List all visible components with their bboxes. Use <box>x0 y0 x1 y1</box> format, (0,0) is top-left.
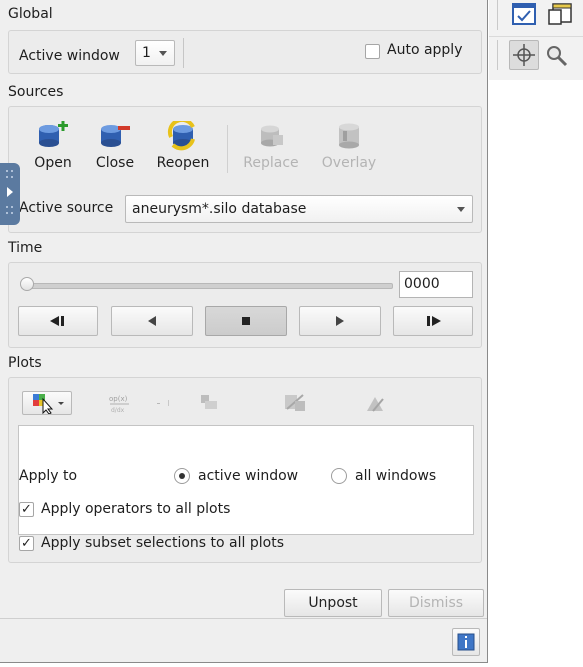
add-plot-icon <box>33 394 64 414</box>
previous-frame-icon <box>50 316 64 326</box>
toolbar-divider <box>497 40 498 70</box>
time-section-title: Time <box>8 240 43 256</box>
active-window-radio-label: active window <box>198 468 299 484</box>
toolbar-divider <box>489 36 583 37</box>
next-frame-button[interactable] <box>393 306 473 336</box>
side-panel-handle[interactable] <box>0 163 20 225</box>
main-window-toolbar <box>489 0 583 80</box>
next-frame-icon <box>427 316 441 326</box>
open-label: Open <box>34 155 72 171</box>
global-group: Active window 1 Auto apply <box>8 30 482 74</box>
apply-operators-label: Apply operators to all plots <box>41 501 231 517</box>
divider <box>227 125 228 173</box>
reopen-label: Reopen <box>156 155 210 171</box>
replace-label: Replace <box>243 155 299 171</box>
checklist-window-icon[interactable] <box>511 2 537 26</box>
apply-subset-label: Apply subset selections to all plots <box>41 535 284 551</box>
expand-arrow-icon <box>6 170 13 214</box>
window-layout-icon[interactable] <box>547 2 573 26</box>
previous-frame-button[interactable] <box>18 306 98 336</box>
reopen-button[interactable]: Reopen <box>155 121 211 171</box>
svg-text:d/dx: d/dx <box>111 407 125 414</box>
reverse-play-icon <box>148 316 156 326</box>
active-window-combo[interactable]: 1 <box>135 40 175 66</box>
auto-apply-label: Auto apply <box>387 42 463 58</box>
chevron-down-icon <box>457 207 465 212</box>
plots-section-title: Plots <box>8 355 42 371</box>
open-button[interactable]: Open <box>25 121 81 171</box>
active-window-value: 1 <box>142 45 151 61</box>
reopen-database-icon <box>167 121 195 151</box>
active-source-value: aneurysm*.silo database <box>132 201 307 217</box>
global-section-title: Global <box>8 6 53 22</box>
info-button[interactable] <box>452 628 480 656</box>
all-windows-radio-label: all windows <box>355 468 437 484</box>
all-windows-radio[interactable] <box>331 468 347 484</box>
chevron-down-icon <box>159 51 167 56</box>
replace-button[interactable]: Replace <box>243 121 299 171</box>
auto-apply-checkbox[interactable] <box>365 44 380 59</box>
zoom-icon[interactable] <box>545 44 569 68</box>
active-source-combo[interactable]: aneurysm*.silo database <box>125 195 473 223</box>
frame-input[interactable]: 0000 <box>399 271 473 298</box>
time-slider-track[interactable] <box>21 283 393 289</box>
overlay-label: Overlay <box>321 155 377 171</box>
add-plot-button[interactable] <box>22 391 72 415</box>
toolbar-divider <box>497 0 498 30</box>
play-icon <box>336 316 344 326</box>
main-control-panel: Global Active window 1 Auto apply Source… <box>0 0 488 663</box>
navigate-mode-button[interactable] <box>509 40 539 70</box>
time-group: 0000 <box>8 262 482 348</box>
open-database-icon <box>39 121 68 147</box>
apply-to-label: Apply to <box>19 468 78 484</box>
reverse-play-button[interactable] <box>111 306 193 336</box>
close-database-icon <box>101 125 130 147</box>
active-source-label: Active source <box>19 200 114 216</box>
overlay-button[interactable]: Overlay <box>321 121 377 171</box>
navigate-icon <box>513 44 535 66</box>
apply-operators-checkbox[interactable]: ✓ <box>19 502 34 517</box>
unpost-button[interactable]: Unpost <box>284 589 382 617</box>
sources-group: Open Close Reopen Replace Overlay Active… <box>8 106 482 233</box>
plots-group: op(x) d/dx Apply to active window all wi… <box>8 377 482 563</box>
divider <box>0 618 487 619</box>
hide-plot-icon[interactable] <box>197 393 221 413</box>
active-window-label: Active window <box>19 48 120 64</box>
delete-plot-icon[interactable] <box>283 393 307 413</box>
operators-icon[interactable]: op(x) d/dx <box>107 392 133 414</box>
draw-plot-icon[interactable] <box>363 393 387 413</box>
info-icon <box>457 633 475 651</box>
replace-database-icon <box>261 125 283 147</box>
close-label: Close <box>95 155 135 171</box>
svg-text:op(x): op(x) <box>109 395 128 403</box>
small-dropdown-icon <box>157 400 169 406</box>
stop-icon <box>242 317 250 325</box>
overlay-database-icon <box>339 123 359 149</box>
divider <box>183 38 184 68</box>
dismiss-button[interactable]: Dismiss <box>388 589 484 617</box>
close-button[interactable]: Close <box>87 121 143 171</box>
time-slider-handle[interactable] <box>20 277 34 291</box>
sources-section-title: Sources <box>8 84 64 100</box>
active-window-radio[interactable] <box>174 468 190 484</box>
stop-button[interactable] <box>205 306 287 336</box>
play-button[interactable] <box>299 306 381 336</box>
apply-subset-checkbox[interactable]: ✓ <box>19 536 34 551</box>
